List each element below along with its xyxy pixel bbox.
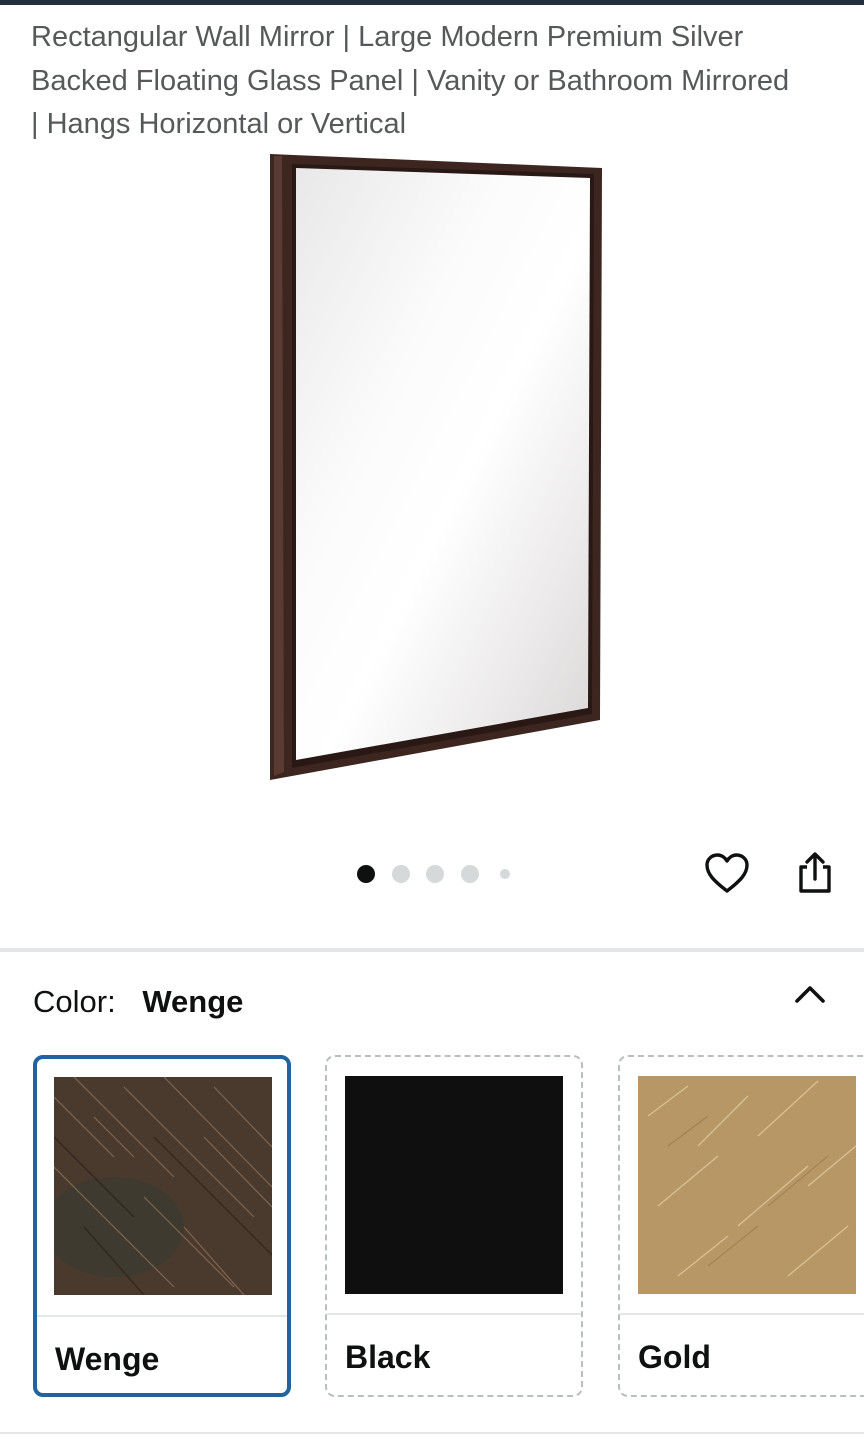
swatch-image-wenge: [54, 1077, 272, 1295]
product-title-line: | Hangs Horizontal or Vertical: [31, 108, 407, 140]
swatch-image-black: [345, 1076, 563, 1294]
share-icon: [799, 852, 831, 893]
carousel-dot-2[interactable]: [392, 865, 410, 883]
color-selector-header: Color: Wenge: [33, 980, 243, 1024]
color-option-gold[interactable]: Gold: [618, 1055, 864, 1397]
carousel-dot-3[interactable]: [426, 865, 444, 883]
swatch-separator: [327, 1313, 581, 1315]
bottom-divider: [0, 1432, 864, 1434]
chevron-up-icon: [795, 986, 825, 1003]
color-option-label: Gold: [638, 1339, 711, 1375]
color-option-label: Black: [345, 1339, 431, 1375]
color-option-label: Wenge: [55, 1341, 160, 1377]
heart-outline-icon: [705, 853, 749, 893]
top-status-strip: [0, 0, 864, 5]
product-title-line: Rectangular Wall Mirror | Large Modern P…: [31, 21, 744, 53]
carousel-dot-1[interactable]: [357, 865, 375, 883]
carousel-dot-5[interactable]: [500, 869, 510, 879]
swatch-separator: [37, 1315, 287, 1317]
product-title-line: Backed Floating Glass Panel | Vanity or …: [31, 64, 790, 97]
color-option-wenge[interactable]: Wenge: [33, 1055, 291, 1397]
product-image-mirror[interactable]: [262, 148, 612, 788]
swatch-image-gold: [638, 1076, 856, 1294]
wishlist-button[interactable]: [703, 849, 751, 897]
section-divider: [0, 948, 864, 952]
color-selector-collapse-button[interactable]: [788, 972, 832, 1016]
color-label: Color:: [33, 984, 116, 1019]
carousel-dot-4[interactable]: [461, 865, 479, 883]
share-button[interactable]: [791, 849, 839, 897]
image-carousel-dots: [357, 864, 517, 884]
color-selected-value: Wenge: [142, 984, 244, 1019]
color-option-black[interactable]: Black: [325, 1055, 583, 1397]
swatch-separator: [620, 1313, 864, 1315]
product-title: Rectangular Wall Mirror | Large Modern P…: [31, 16, 846, 147]
